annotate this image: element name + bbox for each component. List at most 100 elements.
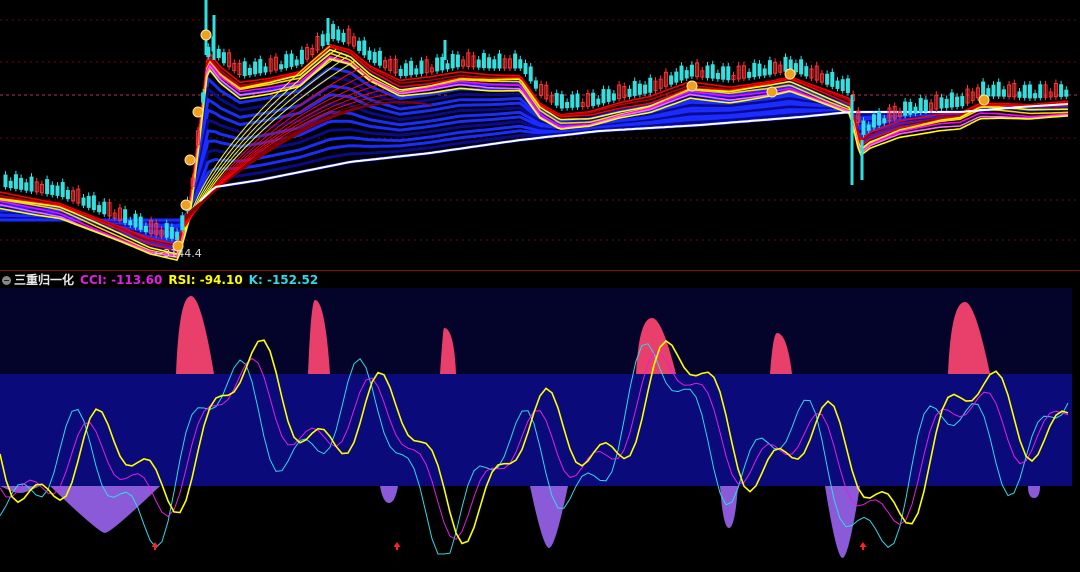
candle-body	[877, 111, 882, 126]
candle-body	[497, 53, 502, 69]
candle-body	[357, 40, 362, 51]
candle-body	[242, 61, 247, 76]
candle-body	[487, 57, 492, 69]
candle-body	[55, 185, 60, 196]
indicator-header: 三重归一化 CCI: -113.60 RSI: -94.10 K: -152.52	[0, 272, 1080, 288]
candle-body	[523, 63, 528, 75]
candle-body	[1027, 84, 1032, 99]
candle-body	[3, 174, 8, 188]
buy-signal-arrow-icon	[393, 542, 401, 550]
candle-body	[60, 182, 65, 197]
candle-body	[606, 89, 611, 102]
candle-body	[882, 118, 887, 124]
candle-body	[861, 120, 866, 135]
candle-body	[835, 80, 840, 89]
candle-body	[336, 29, 341, 41]
signal-marker-icon	[184, 154, 196, 166]
candle-body	[258, 59, 263, 74]
ribbon-warm-line	[0, 43, 1069, 246]
candle-body	[684, 70, 689, 79]
candle-body	[518, 59, 523, 69]
candle-body	[143, 225, 148, 233]
collapse-toggle-icon[interactable]	[2, 276, 11, 285]
candle-body	[752, 62, 757, 78]
candle-body	[19, 177, 24, 190]
cci-label: CCI:	[80, 273, 107, 287]
candle-body	[757, 63, 762, 77]
candle-body	[284, 54, 289, 69]
candle-body	[164, 223, 169, 238]
signal-marker-icon	[784, 68, 796, 80]
candle-body	[1001, 89, 1006, 97]
candle-body	[1064, 89, 1069, 97]
cci-value: -113.60	[111, 273, 163, 287]
candle-body	[944, 98, 949, 108]
pane-divider[interactable]	[0, 270, 1080, 271]
candle-body	[991, 84, 996, 97]
buy-signal-arrow-icon	[859, 542, 867, 550]
rsi-value: -94.10	[199, 273, 243, 287]
candle-body	[955, 96, 960, 107]
candle-body	[783, 56, 788, 72]
candle-body	[123, 209, 128, 224]
k-value: -152.52	[266, 273, 319, 287]
candle-body	[1033, 93, 1038, 99]
candle-body	[559, 94, 564, 109]
candle-body	[414, 68, 419, 75]
candle-body	[97, 205, 102, 213]
candle-body	[8, 180, 13, 189]
candle-body	[81, 197, 86, 206]
oversold-fill	[380, 486, 398, 503]
candle-body	[13, 174, 18, 189]
candle-body	[279, 64, 284, 70]
candle-body	[320, 34, 325, 47]
candle-body	[450, 53, 455, 69]
candle-body	[627, 88, 632, 97]
candle-body	[341, 32, 346, 43]
candle-body	[918, 98, 923, 113]
candle-body	[247, 67, 252, 76]
candle-body	[133, 213, 138, 228]
candle-body	[632, 81, 637, 96]
candle-body	[689, 64, 694, 77]
k-readout: K: -152.52	[249, 273, 319, 287]
candle-body	[648, 77, 653, 93]
price-chart-pane[interactable]: ←3144.4	[0, 0, 1080, 270]
candle-body	[377, 50, 382, 66]
candle-body	[1022, 84, 1027, 99]
candle-body	[175, 231, 180, 240]
candle-body	[565, 101, 570, 109]
candle-body	[960, 96, 965, 107]
candle-body	[253, 61, 258, 75]
signal-marker-icon	[192, 106, 204, 118]
candle-body	[747, 71, 752, 78]
indicator-title[interactable]: 三重归一化	[14, 273, 74, 287]
candle-body	[669, 75, 674, 85]
candle-body	[591, 92, 596, 107]
candle-body	[804, 66, 809, 77]
indicator-chart-pane[interactable]	[0, 288, 1080, 568]
candle-body	[180, 215, 185, 231]
candle-body	[492, 59, 497, 69]
candle-body	[939, 97, 944, 109]
candle-body	[643, 84, 648, 94]
oversold-fill	[1028, 486, 1040, 498]
candle-body	[367, 50, 372, 60]
overbought-zone	[0, 288, 1072, 374]
candle-body	[596, 98, 601, 105]
candle-body	[455, 54, 460, 68]
candle-body	[481, 53, 486, 68]
candle-body	[102, 201, 107, 215]
indicator-chart-canvas[interactable]	[0, 288, 1080, 568]
candle-body	[830, 71, 835, 87]
candle-body	[435, 57, 440, 72]
candle-body	[445, 63, 450, 70]
candle-body	[128, 220, 133, 226]
candle-body	[398, 68, 403, 77]
rsi-label: RSI:	[168, 273, 196, 287]
candle-body	[611, 93, 616, 101]
candle-body	[1017, 91, 1022, 98]
candle-body	[923, 99, 928, 112]
price-chart-canvas[interactable]	[0, 0, 1080, 270]
candle-body	[294, 59, 299, 66]
